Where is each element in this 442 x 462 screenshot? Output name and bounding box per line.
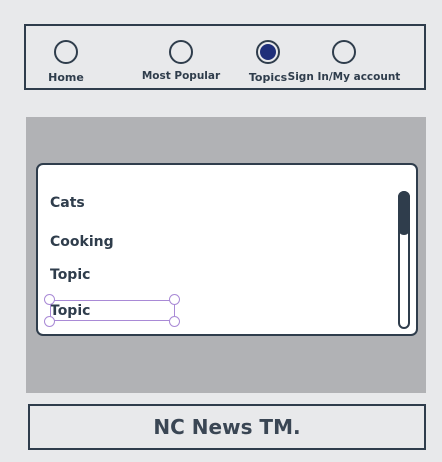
resize-handle-top-left[interactable]	[44, 294, 55, 305]
footer: NC News TM.	[28, 404, 426, 450]
radio-circle-icon[interactable]	[169, 40, 193, 64]
radio-selected-icon[interactable]	[256, 40, 280, 64]
topic-item[interactable]: Topic	[50, 267, 90, 283]
resize-handle-bottom-right[interactable]	[169, 316, 180, 327]
radio-circle-icon[interactable]	[332, 40, 356, 64]
nav-item-home[interactable]: Home	[44, 40, 88, 84]
footer-text: NC News TM.	[153, 415, 301, 439]
nav-item-label: Most Popular	[141, 70, 221, 82]
topic-item-cooking[interactable]: Cooking	[50, 234, 114, 250]
resize-handle-bottom-left[interactable]	[44, 316, 55, 327]
topic-list[interactable]: Cats Cooking Topic Topic	[36, 163, 418, 336]
main-content: Cats Cooking Topic Topic	[26, 117, 426, 393]
scrollbar-thumb[interactable]	[398, 191, 410, 235]
nav-item-label: Sign In/My account	[287, 71, 401, 83]
topic-item-cats[interactable]: Cats	[50, 195, 85, 211]
resize-handle-top-right[interactable]	[169, 294, 180, 305]
nav-item-label: Home	[48, 71, 84, 84]
top-navigation: Home Most Popular Topics Sign In/My acco…	[24, 24, 426, 90]
nav-item-sign-in[interactable]: Sign In/My account	[284, 40, 404, 83]
scrollbar-track[interactable]	[398, 191, 410, 329]
radio-circle-icon[interactable]	[54, 40, 78, 64]
nav-item-most-popular[interactable]: Most Popular	[141, 40, 221, 82]
topic-item[interactable]: Topic	[50, 303, 90, 319]
